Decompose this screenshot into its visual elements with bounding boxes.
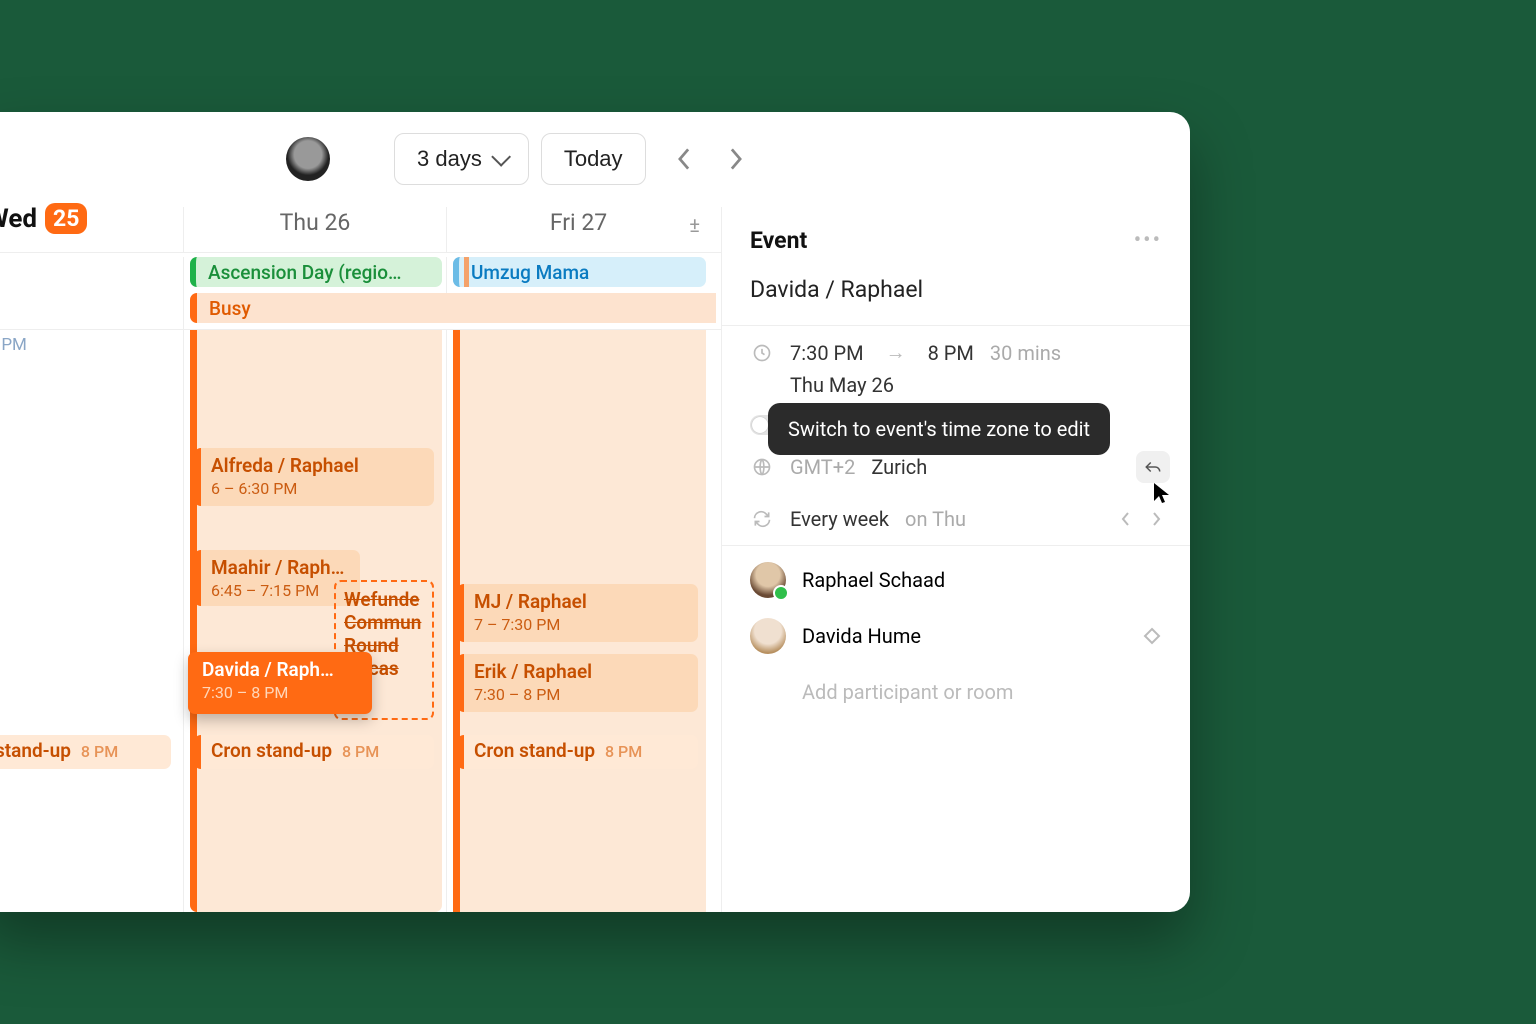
avatar [750,562,786,598]
day-wed[interactable]: Wed 25 [0,203,87,234]
tz-city[interactable]: Zurich [871,455,927,479]
event-block[interactable]: Cron stand-up 8 PM [457,735,698,769]
participants: Raphael Schaad Davida Hume Add participa… [722,546,1190,720]
allday-busy[interactable]: Busy [190,293,716,323]
status-accepted-icon [773,585,789,601]
arrow-right-icon: → [886,340,906,365]
recurrence-label[interactable]: Every week [790,507,889,531]
event-block[interactable]: Alfreda / Raphael 6 – 6:30 PM [194,448,434,506]
panel-heading: Event [750,227,807,254]
account-avatar[interactable] [286,137,330,181]
participant-row[interactable]: Davida Hume [722,608,1190,664]
cursor-icon [1152,481,1172,505]
globe-icon [750,457,774,477]
event-end[interactable]: 8 PM [928,341,974,365]
day-fri[interactable]: Fri 27 [447,207,710,236]
event-panel: Event ••• Davida / Raphael 7:30 PM → 8 P… [722,207,1190,912]
optional-icon [1142,626,1162,646]
topbar: 3 days Today [0,112,1190,207]
revert-timezone-button[interactable] [1136,451,1170,483]
expand-allday-icon[interactable]: ± [689,213,700,237]
event-duration: 30 mins [990,341,1061,365]
event-block[interactable]: Erik / Raphael 7:30 – 8 PM [457,654,698,712]
recur-next[interactable] [1152,511,1162,527]
allday-event[interactable]: Ascension Day (regio… [190,257,442,287]
day-num-pill: 25 [45,203,87,234]
event-block[interactable]: Cron stand-up 8 PM [194,735,434,769]
calendar: Wed 25 Thu 26 Fri 27 ± [0,207,722,912]
prev-button[interactable] [670,145,698,173]
event-selected[interactable]: Davida / Raph… 7:30 – 8 PM [188,652,372,714]
day-header: Wed 25 Thu 26 Fri 27 ± [0,207,721,253]
participant-name: Davida Hume [802,624,921,648]
app-window: 3 days Today Wed 25 [0,112,1190,912]
allday-event[interactable]: Umzug Mama [453,257,706,287]
recurrence-on: on Thu [905,507,966,531]
add-participant[interactable]: Add participant or room [722,664,1190,720]
event-date[interactable]: Thu May 26 [722,373,1190,397]
event-block[interactable]: MJ / Raphael 7 – 7:30 PM [457,584,698,642]
event-start[interactable]: 7:30 PM [790,341,864,365]
participant-row[interactable]: Raphael Schaad [722,552,1190,608]
event-title[interactable]: Davida / Raphael [722,264,1190,325]
participant-name: Raphael Schaad [802,568,945,592]
event-block[interactable]: stand-up 8 PM [0,735,171,769]
clock-icon [750,343,774,363]
next-button[interactable] [722,145,750,173]
tz-offset: GMT+2 [790,455,855,479]
allday-region: Ascension Day (regio… Umzug Mama [0,253,721,330]
time-label-fragment: 30 PM [0,335,27,355]
repeat-icon [750,509,774,529]
more-icon[interactable]: ••• [1134,228,1162,253]
time-grid[interactable]: 30 PM stand-up 8 PM Alfreda / Raphael 6 … [0,330,721,912]
avatar [750,618,786,654]
recur-prev[interactable] [1120,511,1130,527]
day-thu[interactable]: Thu 26 [184,207,446,236]
range-dropdown[interactable]: 3 days [394,133,529,185]
tooltip: Switch to event's time zone to edit [768,403,1110,455]
chevron-down-icon [491,147,511,167]
range-label: 3 days [417,146,482,172]
today-button[interactable]: Today [541,133,646,185]
calendar-color-stripe [464,257,469,287]
